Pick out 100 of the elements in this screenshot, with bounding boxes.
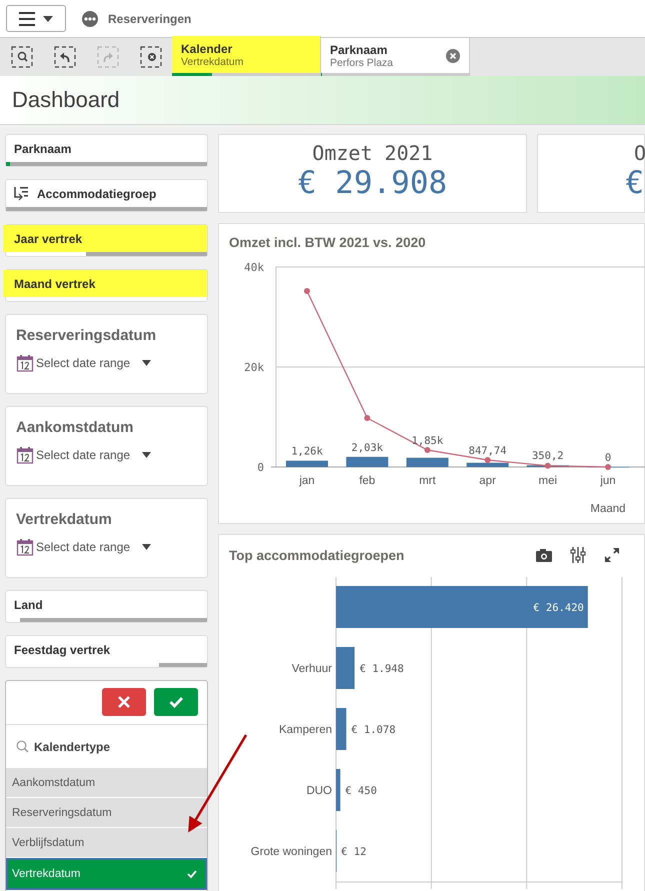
listbox-item[interactable]: Aankomstdatum [6,768,207,798]
search-icon [16,740,29,753]
data-label: 2,03k [351,442,383,454]
caret-icon[interactable] [142,544,152,550]
close-icon [117,695,131,709]
data-label: € 450 [345,785,377,797]
chart-bar [286,460,328,467]
selection-value: Perfors Plaza [330,56,394,68]
data-label: € 12 [341,846,366,858]
confirm-button[interactable] [154,688,198,716]
axis-category-label: feb [359,475,376,487]
chart-point [304,288,310,294]
selection-field: Parknaam [330,42,446,56]
calendar-icon [16,538,34,556]
chart-point [364,415,370,421]
date-range-prompt[interactable]: Select date range [36,448,130,462]
chart-bar [346,456,388,467]
more-icon[interactable] [82,10,98,26]
chart-bar [336,647,355,689]
check-icon [169,695,183,709]
filter-pane[interactable]: Maand vertrek [5,269,208,302]
axis-title: Maand [590,503,626,515]
menu-icon [19,10,35,26]
caret-icon[interactable] [142,360,152,366]
chart-title: Omzet incl. BTW 2021 vs. 2020 [228,234,427,250]
axis-category-label: Kamperen [278,724,332,736]
filter-pane[interactable]: Aankomstdatum Select date range [5,406,208,486]
chart-point [484,457,491,463]
calendar-icon [16,446,34,464]
data-label: € 26.420 [533,602,584,614]
cancel-button[interactable] [102,688,146,716]
caret-icon [43,16,53,22]
caret-icon[interactable] [142,452,152,458]
close-icon[interactable] [446,48,460,62]
chart-bar [336,708,346,750]
chart-point [605,464,611,470]
axis-category-label: jan [299,475,315,487]
listbox-title: Kalendertype [34,740,110,754]
kpi-title: O [634,141,645,165]
axis-category-label: Grote woningen [250,846,332,858]
axis-category-label: mei [538,475,558,487]
filter-pane[interactable]: Jaar vertrek [5,224,208,257]
filter-title: Maand vertrek [14,276,96,290]
filter-pane[interactable]: Feestdag vertrek [5,635,208,668]
selection-field: Kalender [181,42,311,56]
data-label: 1,85k [412,435,444,447]
filter-title: Reserveringsdatum [16,327,158,344]
filter-title: Vertrekdatum [16,511,113,528]
menu-button[interactable] [6,5,66,32]
data-label: 0 [604,452,612,464]
sheet-title: Dashboard [12,87,120,113]
filter-pane[interactable]: Vertrekdatum Select date range [5,498,208,578]
data-label: 847,74 [468,445,507,457]
filter-pane[interactable]: Parknaam [5,134,208,167]
axis-category-label: apr [479,475,496,487]
chart-bar [406,458,448,467]
kpi-title: Omzet 2021 [312,141,433,165]
calendar-icon [16,354,34,372]
listbox-item[interactable]: Vertrekdatum [6,858,207,890]
data-label: € 1.078 [351,724,396,736]
filter-title: Parknaam [14,142,72,156]
camera-icon[interactable] [536,548,552,562]
undo-icon[interactable] [54,46,76,68]
filter-pane[interactable]: Reserveringsdatum Select date range [5,314,208,394]
kpi-value: € 29.908 [298,165,448,201]
selection-tab[interactable]: Parknaam Perfors Plaza [321,38,470,76]
chart-bar [466,462,509,467]
filter-title: Accommodatiegroep [37,186,156,200]
filter-pane[interactable]: Accommodatiegroep [5,179,208,212]
axis-tick-label: 20k [244,361,264,374]
filter-title: Feestdag vertrek [14,642,110,656]
kpi-value: € [625,165,644,201]
axis-category-label: DUO [306,785,332,797]
data-label: € 1.948 [360,663,404,675]
date-range-prompt[interactable]: Select date range [36,356,130,370]
expand-icon[interactable] [604,547,620,563]
check-icon [187,869,197,879]
filter-title: Aankomstdatum [16,419,135,436]
chart-title: Top accommodatiegroepen [228,548,406,562]
listbox-item[interactable]: Reserveringsdatum [6,798,207,828]
axis-category-label: mrt [419,475,436,487]
filter-title: Jaar vertrek [14,232,82,246]
axis-category-label: Verhuur [292,663,332,675]
app-title: Reserveringen [108,12,192,26]
axis-tick-label: 0 [257,461,264,474]
axis-tick-label: 40k [244,261,264,274]
sliders-icon[interactable] [570,547,586,563]
listbox-item[interactable]: Verblijfsdatum [6,828,207,858]
chart-point [424,447,430,453]
axis-category-label: jun [600,475,616,487]
data-label: 1,26k [291,446,323,458]
chart-bar [336,769,340,811]
date-range-prompt[interactable]: Select date range [36,540,130,554]
filter-title: Land [14,598,43,612]
chart-point [544,462,551,469]
smart-search-icon[interactable] [10,46,32,68]
selection-tab[interactable]: Kalender Vertrekdatum [172,36,321,76]
clear-selections-icon[interactable] [140,46,162,68]
selection-value: Vertrekdatum [181,56,244,68]
filter-pane[interactable]: Land [5,590,208,623]
